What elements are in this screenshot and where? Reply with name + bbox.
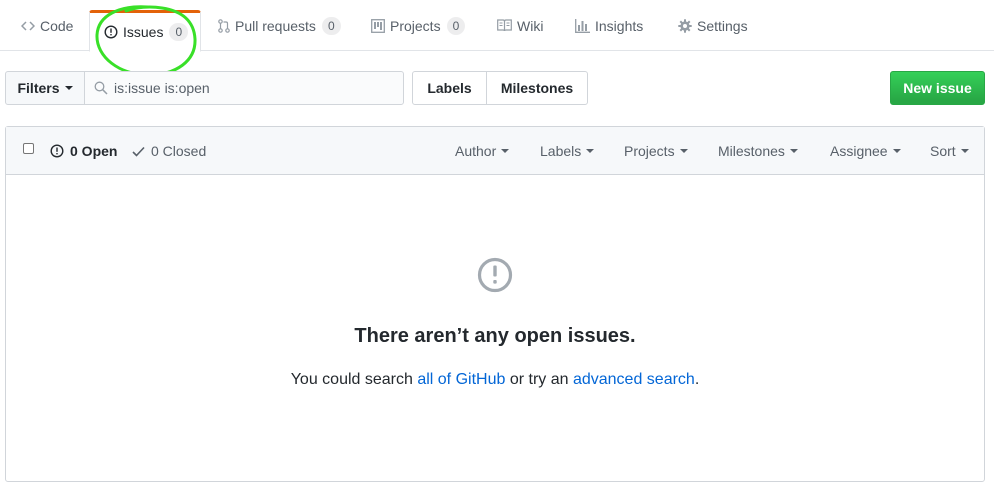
book-icon xyxy=(497,19,512,32)
tab-settings-label: Settings xyxy=(697,17,748,34)
chevron-down-icon xyxy=(789,149,798,153)
tab-issues-label: Issues xyxy=(123,24,164,40)
open-count-label: 0 Open xyxy=(70,143,118,159)
tab-insights[interactable]: Insights xyxy=(575,0,643,51)
blankslate-text-after: . xyxy=(694,371,700,388)
labels-milestones-group: Labels Milestones xyxy=(412,71,588,105)
project-icon xyxy=(371,18,385,33)
tab-projects-label: Projects xyxy=(390,17,441,34)
issue-opened-icon xyxy=(50,144,64,158)
chevron-down-icon xyxy=(892,149,901,153)
milestones-dropdown-label: Milestones xyxy=(718,143,785,159)
blankslate-text-before: You could search xyxy=(290,371,418,388)
tab-issues[interactable]: Issues 0 xyxy=(89,10,201,52)
git-pull-request-icon xyxy=(218,18,230,33)
filters-button-label: Filters xyxy=(17,80,60,96)
chevron-down-icon xyxy=(64,86,73,90)
issue-search xyxy=(84,71,404,105)
tab-settings[interactable]: Settings xyxy=(678,0,748,51)
blankslate-title: There aren’t any open issues. xyxy=(354,325,636,347)
blankslate-text-middle: or try an xyxy=(505,371,573,388)
filters-button[interactable]: Filters xyxy=(5,71,85,105)
advanced-search-link[interactable]: advanced search xyxy=(573,371,695,388)
chevron-down-icon xyxy=(586,149,595,153)
issue-opened-icon xyxy=(104,25,118,39)
all-of-github-link[interactable]: all of GitHub xyxy=(417,371,505,388)
issues-list-box: 0 Open 0 Closed Author Labels Projects M… xyxy=(5,126,985,482)
closed-count-label: 0 Closed xyxy=(151,143,207,159)
tab-projects[interactable]: Projects 0 xyxy=(371,0,466,51)
blankslate-text: You could search all of GitHub or try an… xyxy=(6,371,984,389)
tab-wiki[interactable]: Wiki xyxy=(497,0,543,51)
gear-icon xyxy=(678,18,692,33)
blankslate: There aren’t any open issues. You could … xyxy=(6,175,984,481)
new-issue-button[interactable]: New issue xyxy=(890,71,985,105)
check-icon xyxy=(132,146,145,157)
tab-pull-requests-counter: 0 xyxy=(321,16,341,35)
open-issues-filter[interactable]: 0 Open xyxy=(50,127,117,175)
issues-list-header: 0 Open 0 Closed Author Labels Projects M… xyxy=(6,127,984,175)
sort-dropdown-label: Sort xyxy=(930,143,956,159)
select-all-checkbox[interactable] xyxy=(23,143,34,154)
chevron-down-icon xyxy=(679,149,688,153)
graph-icon xyxy=(575,18,590,33)
chevron-down-icon xyxy=(960,149,969,153)
search-icon xyxy=(94,81,108,95)
milestones-dropdown[interactable]: Milestones xyxy=(718,127,798,175)
projects-dropdown-label: Projects xyxy=(624,143,675,159)
issue-opened-icon xyxy=(477,257,513,293)
tab-wiki-label: Wiki xyxy=(517,17,544,34)
projects-dropdown[interactable]: Projects xyxy=(624,127,688,175)
tab-pull-requests-label: Pull requests xyxy=(235,17,316,34)
assignee-dropdown[interactable]: Assignee xyxy=(830,127,901,175)
assignee-dropdown-label: Assignee xyxy=(830,143,888,159)
tab-code-label: Code xyxy=(40,17,74,34)
tab-code[interactable]: Code xyxy=(21,0,73,51)
milestones-button[interactable]: Milestones xyxy=(487,72,587,104)
tab-projects-counter: 0 xyxy=(446,16,466,35)
author-dropdown-label: Author xyxy=(455,143,497,159)
author-dropdown[interactable]: Author xyxy=(455,127,510,175)
labels-dropdown[interactable]: Labels xyxy=(540,127,595,175)
tab-insights-label: Insights xyxy=(595,17,644,34)
code-icon xyxy=(21,19,35,33)
tab-issues-counter: 0 xyxy=(169,23,189,41)
labels-dropdown-label: Labels xyxy=(540,143,582,159)
labels-button[interactable]: Labels xyxy=(413,72,487,104)
chevron-down-icon xyxy=(501,149,510,153)
tab-pull-requests[interactable]: Pull requests 0 xyxy=(218,0,341,51)
sort-dropdown[interactable]: Sort xyxy=(930,127,969,175)
search-input[interactable] xyxy=(114,80,384,96)
closed-issues-filter[interactable]: 0 Closed xyxy=(132,127,206,175)
repo-nav: Code Issues 0 Pull requests 0 Projects 0… xyxy=(0,0,994,52)
